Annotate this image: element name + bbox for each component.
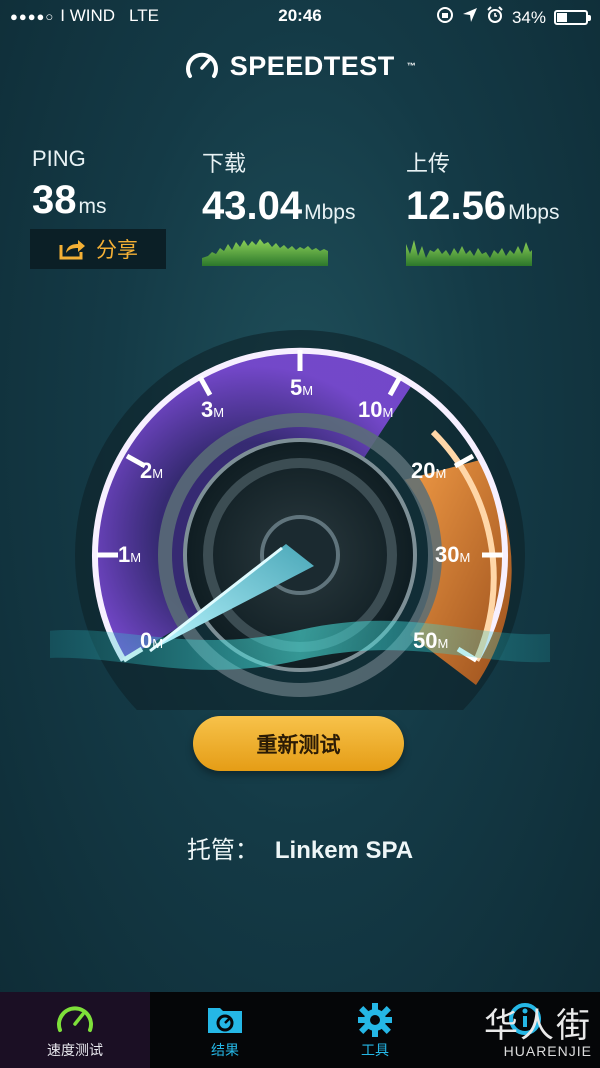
download-sparkline xyxy=(202,239,328,266)
speed-gauge: 0M 1M 2M 3M 5M 10M 20M 30M 50M xyxy=(50,330,550,710)
host-name: Linkem SPA xyxy=(274,837,414,864)
share-button[interactable]: 分享 xyxy=(30,229,166,269)
speedtest-logo: SPEEDTEST ™ xyxy=(184,48,417,84)
share-icon xyxy=(59,240,85,260)
ping-label: PING xyxy=(32,146,86,171)
upload-sparkline xyxy=(406,240,532,266)
status-bar: ●●●●○ I WIND LTE 20:46 34% xyxy=(0,0,600,34)
app-header: SPEEDTEST ™ xyxy=(0,48,600,89)
app-title: SPEEDTEST xyxy=(229,50,395,81)
download-metric: 下载 43.04Mbps xyxy=(202,146,355,229)
tab-tools[interactable]: 工具 xyxy=(300,992,450,1068)
watermark: 华人街 HUARENJIE xyxy=(484,998,592,1059)
upload-unit: Mbps xyxy=(508,201,560,224)
location-icon xyxy=(462,7,478,28)
tab-results[interactable]: 结果 xyxy=(150,992,300,1068)
results-folder-icon xyxy=(208,1008,242,1033)
speedometer-icon xyxy=(185,52,218,78)
upload-metric: 上传 12.56Mbps xyxy=(406,146,559,229)
download-label: 下载 xyxy=(202,151,247,176)
download-value: 43.04 xyxy=(202,184,303,228)
download-unit: Mbps xyxy=(304,201,356,224)
tab-speedtest-label: 速度测试 xyxy=(47,1042,103,1058)
retest-button[interactable]: 重新测试 xyxy=(193,716,404,771)
gauge-icon xyxy=(57,1006,93,1032)
alarm-icon xyxy=(486,6,504,29)
host-label: 托管： xyxy=(186,837,259,864)
ping-value: 38 xyxy=(32,178,77,222)
battery-percent: 34% xyxy=(511,7,546,27)
battery-icon xyxy=(554,10,591,25)
upload-label: 上传 xyxy=(406,151,451,176)
ping-unit: ms xyxy=(78,195,107,218)
tab-speedtest[interactable]: 速度测试 xyxy=(0,992,150,1068)
gear-icon xyxy=(358,1003,392,1037)
ping-metric: PING 38ms xyxy=(32,146,107,223)
watermark-logo: 华人街 xyxy=(484,1006,592,1046)
host-info: 托管： Linkem SPA xyxy=(0,830,600,865)
share-label: 分享 xyxy=(96,239,138,262)
rotation-lock-icon xyxy=(436,6,454,29)
tab-results-label: 结果 xyxy=(211,1042,239,1058)
upload-value: 12.56 xyxy=(406,184,507,228)
trademark: ™ xyxy=(406,61,417,71)
tab-tools-label: 工具 xyxy=(361,1042,389,1058)
